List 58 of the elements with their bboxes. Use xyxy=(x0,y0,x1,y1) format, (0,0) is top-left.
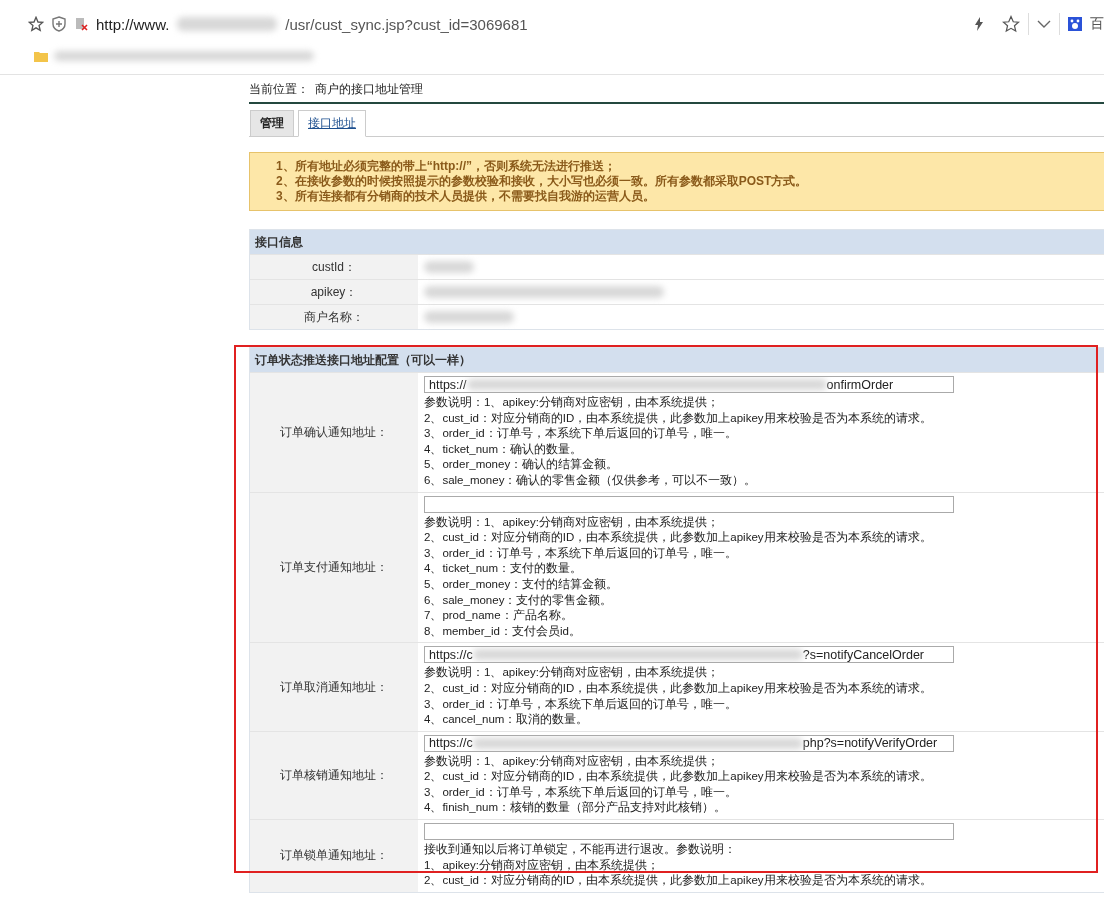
parameter-note: 4、ticket_num：支付的数量。 xyxy=(424,561,583,577)
lightning-icon[interactable] xyxy=(974,17,984,31)
parameter-note: 接收到通知以后将订单锁定，不能再进行退改。参数说明： xyxy=(424,842,737,858)
parameter-note: 3、order_id：订单号，本系统下单后返回的订单号，唯一。 xyxy=(424,784,738,800)
insecure-page-icon[interactable] xyxy=(74,17,88,31)
input-field[interactable]: https://c ?s=notifyCancelOrder xyxy=(424,646,954,664)
field-label: 订单核销通知地址： xyxy=(250,731,418,820)
parameter-note: 2、cust_id：对应分销商的ID，由本系统提供，此参数加上apikey用来校验是否为本系统的请求。 xyxy=(424,873,933,889)
field-label: apikey： xyxy=(250,280,418,304)
section-header: 接口信息 xyxy=(250,230,1104,254)
star-icon[interactable] xyxy=(1002,15,1020,33)
parameter-note: 2、cust_id：对应分销商的ID，由本系统提供，此参数加上apikey用来校验是否为本系统的请求。 xyxy=(424,410,933,426)
notice-text: 3、所有连接都有分销商的技术人员提供，不需要找自我游的运营人员。 xyxy=(276,189,656,204)
field-label: 订单锁单通知地址： xyxy=(250,820,418,892)
notice-text: 1、所有地址必须完整的带上“http://”，否则系统无法进行推送； xyxy=(276,159,617,174)
field-label: 订单取消通知地址： xyxy=(250,643,418,731)
field-label: 商户名称： xyxy=(250,305,418,329)
parameter-note: 参数说明：1、apikey:分销商对应密钥，由本系统提供； xyxy=(424,753,720,769)
parameter-note: 1、apikey:分销商对应密钥，由本系统提供； xyxy=(424,857,660,873)
parameter-note: 4、cancel_num：取消的数量。 xyxy=(424,712,590,728)
parameter-note: 2、cust_id：对应分销商的ID，由本系统提供，此参数加上apikey用来校验是否为本系统的请求。 xyxy=(424,680,933,696)
address-text[interactable]: http://www. xyxy=(96,15,170,33)
parameter-note: 3、order_id：订单号，本系统下单后返回的订单号，唯一。 xyxy=(424,545,738,561)
paw-icon[interactable] xyxy=(1068,17,1082,31)
parameter-note: 5、order_money：确认的结算金额。 xyxy=(424,457,620,473)
input-field[interactable] xyxy=(424,823,954,841)
section-header: 订单状态推送接口地址配置（可以一样） xyxy=(250,348,1104,372)
input-field[interactable] xyxy=(424,495,954,513)
parameter-note: 2、cust_id：对应分销商的ID，由本系统提供，此参数加上apikey用来校验是否为本系统的请求。 xyxy=(424,769,933,785)
input-field[interactable]: https://c php?s=notifyVerifyOrder xyxy=(424,734,954,752)
tab[interactable]: 管理 xyxy=(250,110,294,137)
field-label: 订单支付通知地址： xyxy=(250,492,418,643)
parameter-note: 3、order_id：订单号，本系统下单后返回的订单号，唯一。 xyxy=(424,426,738,442)
search-engine-label[interactable]: 百 xyxy=(1090,15,1104,33)
address-text[interactable]: /usr/cust_sync.jsp?cust_id=3069681 xyxy=(285,15,528,33)
parameter-note: 3、order_id：订单号，本系统下单后返回的订单号，唯一。 xyxy=(424,696,738,712)
parameter-note: 5、order_money：支付的结算金额。 xyxy=(424,576,620,592)
breadcrumb-page: 商户的接口地址管理 xyxy=(315,81,423,98)
parameter-note: 参数说明：1、apikey:分销商对应密钥，由本系统提供； xyxy=(424,395,720,410)
redacted-blur xyxy=(424,261,474,273)
input-field[interactable]: https:// onfirmOrder xyxy=(424,376,954,393)
parameter-note: 8、member_id：支付会员id。 xyxy=(424,623,582,639)
chevron-down-icon[interactable] xyxy=(1037,19,1051,29)
breadcrumb-label: 当前位置： xyxy=(249,81,309,98)
shield-icon[interactable] xyxy=(52,16,66,32)
parameter-note: 参数说明：1、apikey:分销商对应密钥，由本系统提供； xyxy=(424,665,720,681)
field-label: custId： xyxy=(250,255,418,279)
tab[interactable]: 接口地址 xyxy=(298,110,366,137)
parameter-note: 4、finish_num：核销的数量（部分产品支持对此核销）。 xyxy=(424,800,727,816)
parameter-note: 参数说明：1、apikey:分销商对应密钥，由本系统提供； xyxy=(424,514,720,530)
notice-text: 2、在接收参数的时候按照提示的参数校验和接收，大小写也必须一致。所有参数都采取POST方式。 xyxy=(276,174,809,189)
parameter-note: 4、ticket_num：确认的数量。 xyxy=(424,441,583,457)
parameter-note: 6、sale_money：确认的零售金额（仅供参考，可以不一致）。 xyxy=(424,472,758,488)
parameter-note: 6、sale_money：支付的零售金额。 xyxy=(424,592,614,608)
parameter-note: 7、prod_name：产品名称。 xyxy=(424,608,574,624)
parameter-note: 2、cust_id：对应分销商的ID，由本系统提供，此参数加上apikey用来校验是否为本系统的请求。 xyxy=(424,530,933,546)
field-label: 订单确认通知地址： xyxy=(250,373,418,492)
star-icon[interactable] xyxy=(28,16,44,32)
